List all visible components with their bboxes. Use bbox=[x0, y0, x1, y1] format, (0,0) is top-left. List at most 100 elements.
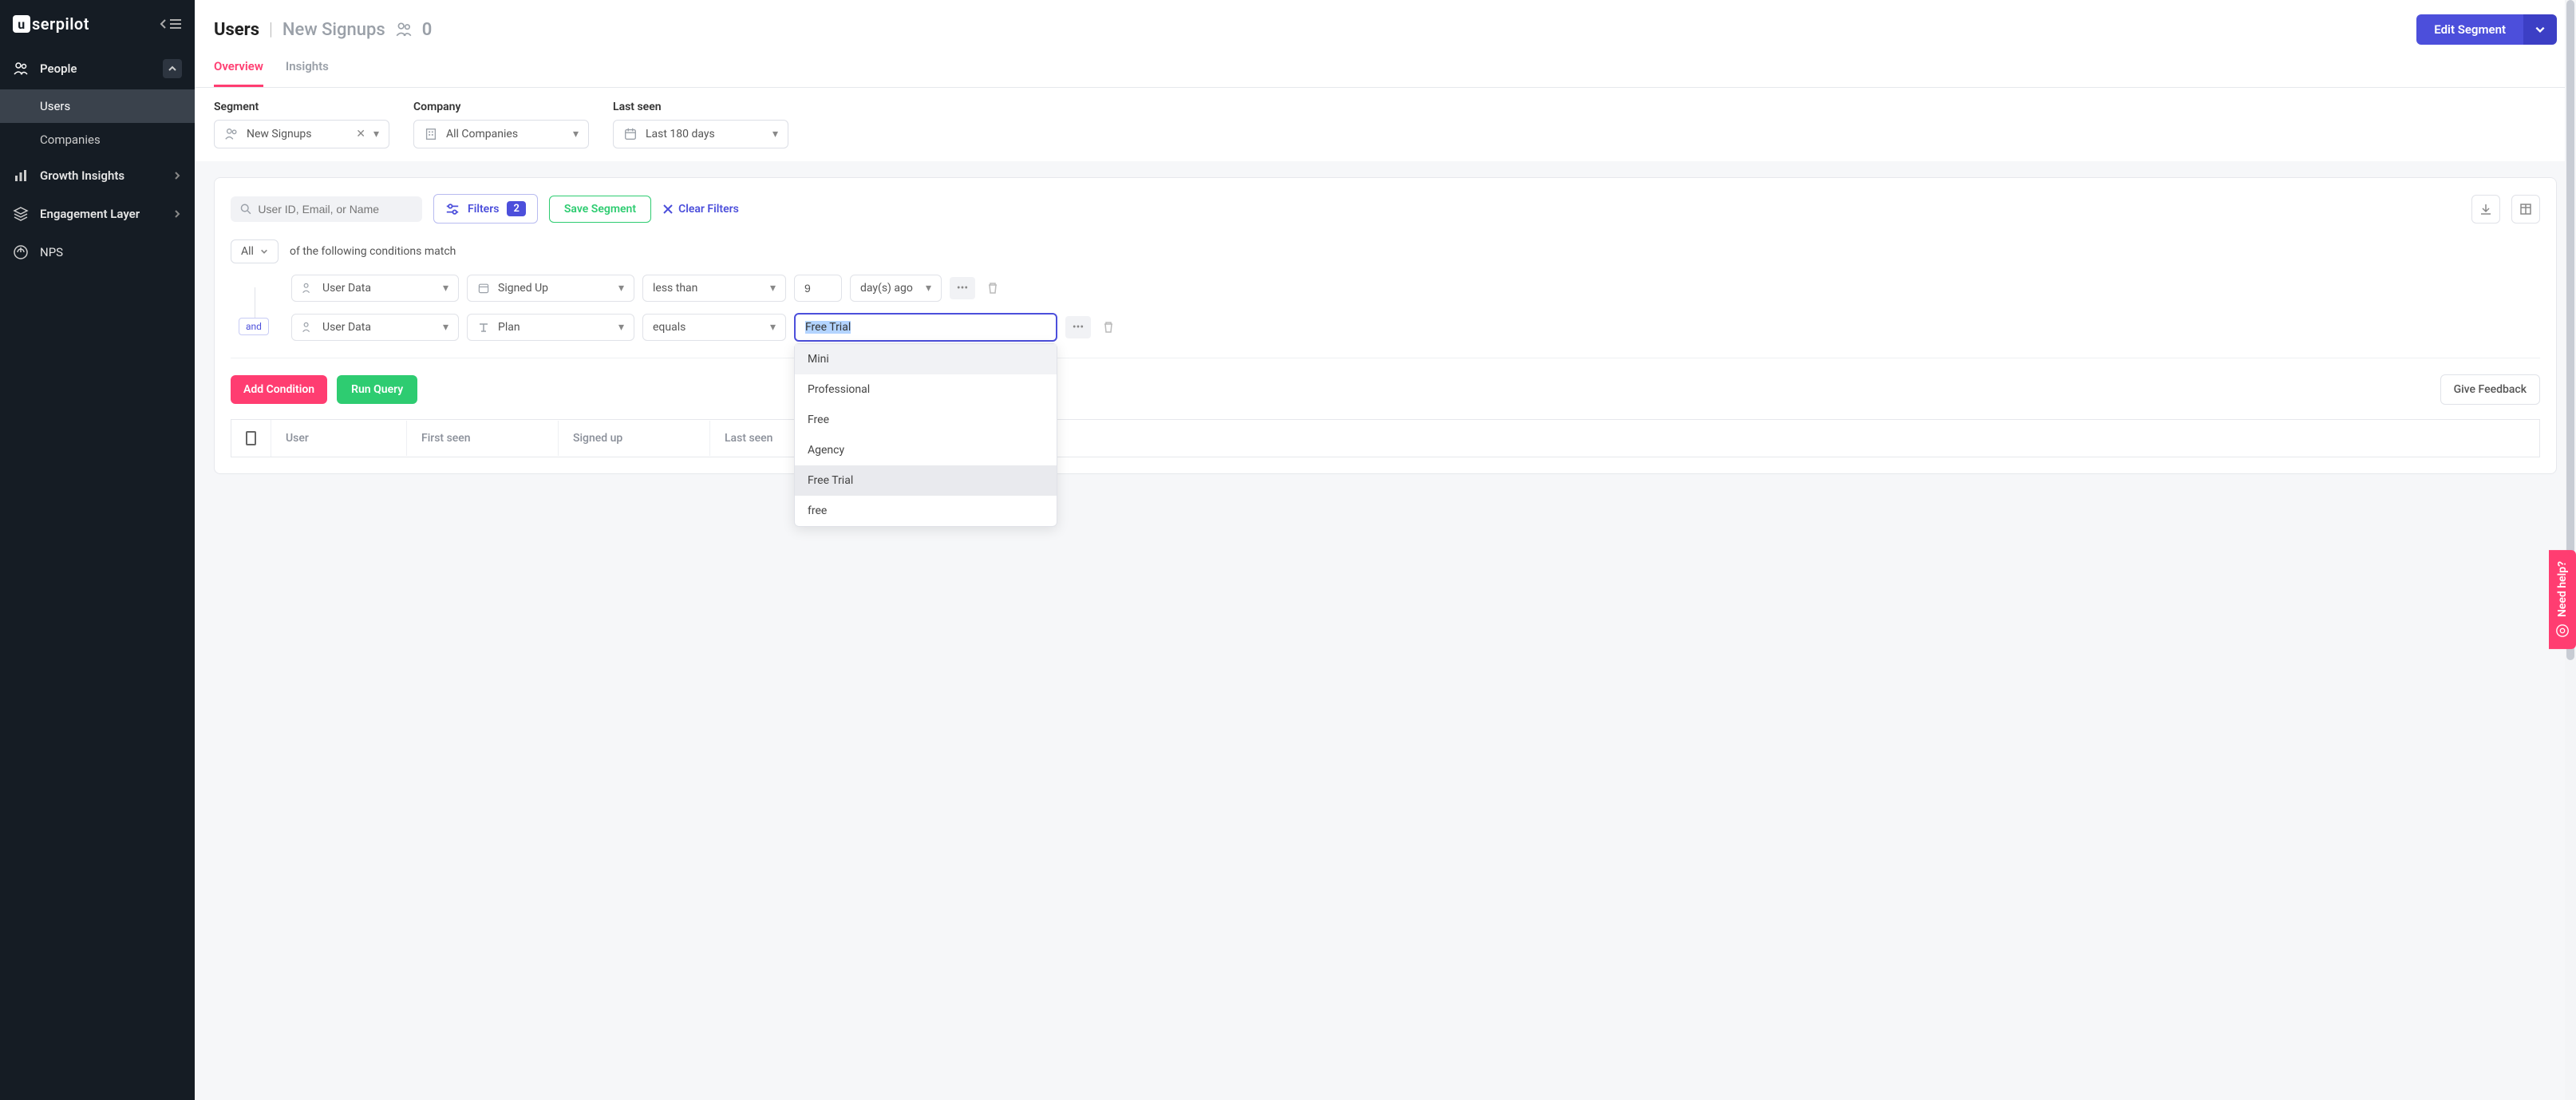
edit-segment-label: Edit Segment bbox=[2416, 14, 2523, 45]
dropdown-option-agency[interactable]: Agency bbox=[795, 435, 1057, 465]
conditions: All of the following conditions match bbox=[231, 239, 2540, 405]
col-first-seen[interactable]: First seen bbox=[407, 421, 559, 456]
logo: userpilot bbox=[13, 14, 89, 34]
caret-down-icon: ▾ bbox=[443, 282, 448, 295]
dropdown-option-free-trial[interactable]: Free Trial bbox=[795, 465, 1057, 496]
brand-text: serpilot bbox=[32, 14, 89, 34]
cond1-value-input[interactable] bbox=[794, 275, 842, 302]
cond2-op-value: equals bbox=[653, 321, 685, 334]
nav-users[interactable]: Users bbox=[0, 89, 195, 123]
cond1-source-select[interactable]: User Data ▾ bbox=[291, 275, 459, 302]
content-area: Filters 2 Save Segment Clear Filters bbox=[195, 161, 2576, 1100]
people-icon bbox=[302, 282, 314, 295]
chevron-down-icon bbox=[2535, 24, 2546, 35]
company-select[interactable]: All Companies ▾ bbox=[413, 120, 589, 148]
cond2-field-value: Plan bbox=[498, 321, 520, 334]
chevron-right-icon bbox=[172, 171, 182, 180]
people-icon bbox=[224, 127, 239, 141]
lastseen-select[interactable]: Last 180 days ▾ bbox=[613, 120, 788, 148]
cond1-op-select[interactable]: less than ▾ bbox=[642, 275, 786, 302]
page-header: Users | New Signups 0 Edit Segment bbox=[195, 0, 2576, 45]
cond2-source-select[interactable]: User Data ▾ bbox=[291, 314, 459, 341]
cond1-unit-value: day(s) ago bbox=[860, 282, 913, 295]
menu-icon bbox=[169, 18, 182, 30]
match-text: of the following conditions match bbox=[290, 245, 456, 258]
edit-segment-dropdown[interactable] bbox=[2523, 14, 2557, 45]
cond1-source-value: User Data bbox=[322, 282, 371, 295]
condition-row-1: User Data ▾ Signed Up ▾ bbox=[231, 275, 2540, 302]
user-count: 0 bbox=[422, 20, 433, 40]
connector-and[interactable]: and bbox=[239, 318, 269, 335]
sidebar-collapse-button[interactable] bbox=[160, 18, 182, 30]
cond1-unit-select[interactable]: day(s) ago ▾ bbox=[850, 275, 942, 302]
cond1-more-button[interactable]: ••• bbox=[950, 277, 975, 299]
condition-row-2: and User Data ▾ bbox=[231, 313, 2540, 342]
need-help-tab[interactable]: Need help? bbox=[2549, 550, 2576, 649]
query-toolbar: Filters 2 Save Segment Clear Filters bbox=[231, 194, 2540, 224]
cond2-field-select[interactable]: Plan ▾ bbox=[467, 314, 634, 341]
search-icon bbox=[240, 203, 251, 216]
nav-nps[interactable]: NPS bbox=[0, 233, 195, 271]
main-content: Users | New Signups 0 Edit Segment Overv… bbox=[195, 0, 2576, 1100]
nav-engagement-label: Engagement Layer bbox=[40, 207, 140, 221]
caret-down-icon: ▾ bbox=[573, 128, 579, 140]
segment-select[interactable]: New Signups ✕ ▾ bbox=[214, 120, 389, 148]
dropdown-option-free-lower[interactable]: free bbox=[795, 496, 1057, 526]
edit-segment-button[interactable]: Edit Segment bbox=[2416, 14, 2557, 45]
need-help-label: Need help? bbox=[2556, 561, 2569, 617]
cond1-delete-button[interactable] bbox=[983, 282, 1002, 295]
nav-growth-insights[interactable]: Growth Insights bbox=[0, 156, 195, 195]
nav-people-chevron[interactable] bbox=[163, 59, 182, 78]
cond1-op-value: less than bbox=[653, 282, 697, 295]
logo-icon: u bbox=[13, 15, 30, 33]
dropdown-option-free[interactable]: Free bbox=[795, 405, 1057, 435]
cond1-field-select[interactable]: Signed Up ▾ bbox=[467, 275, 634, 302]
filters-count-badge: 2 bbox=[507, 201, 525, 216]
segment-filter-label: Segment bbox=[214, 101, 389, 113]
search-input-wrapper[interactable] bbox=[231, 196, 422, 222]
give-feedback-button[interactable]: Give Feedback bbox=[2440, 374, 2540, 405]
query-card: Filters 2 Save Segment Clear Filters bbox=[214, 177, 2557, 474]
col-signed-up[interactable]: Signed up bbox=[559, 421, 710, 456]
match-mode-select[interactable]: All bbox=[231, 239, 279, 263]
cond2-more-button[interactable]: ••• bbox=[1065, 316, 1091, 338]
select-all-checkbox[interactable] bbox=[231, 420, 271, 457]
nav-companies[interactable]: Companies bbox=[0, 123, 195, 156]
nav-growth-label: Growth Insights bbox=[40, 168, 124, 183]
company-filter-label: Company bbox=[413, 101, 589, 113]
caret-down-icon: ▾ bbox=[618, 321, 624, 334]
dropdown-option-mini[interactable]: Mini bbox=[795, 344, 1057, 374]
add-condition-button[interactable]: Add Condition bbox=[231, 375, 327, 404]
page-title: Users | New Signups 0 bbox=[214, 20, 432, 40]
cond2-delete-button[interactable] bbox=[1099, 321, 1118, 334]
nav-people[interactable]: People bbox=[0, 48, 195, 89]
match-mode-value: All bbox=[241, 245, 254, 258]
nav-engagement-layer[interactable]: Engagement Layer bbox=[0, 195, 195, 233]
run-query-button[interactable]: Run Query bbox=[337, 375, 417, 404]
dropdown-option-professional[interactable]: Professional bbox=[795, 374, 1057, 405]
trash-icon bbox=[1102, 321, 1115, 334]
trash-icon bbox=[986, 282, 999, 295]
segment-clear[interactable]: ✕ bbox=[356, 128, 365, 140]
caret-down-icon: ▾ bbox=[618, 282, 624, 295]
cond2-value-input[interactable]: Free Trial bbox=[794, 313, 1057, 342]
search-input[interactable] bbox=[258, 203, 413, 216]
tab-insights[interactable]: Insights bbox=[286, 59, 329, 87]
people-icon bbox=[395, 21, 413, 38]
tab-overview[interactable]: Overview bbox=[214, 59, 263, 87]
clear-filters-label: Clear Filters bbox=[678, 203, 739, 216]
cond2-op-select[interactable]: equals ▾ bbox=[642, 314, 786, 341]
title-segment: New Signups bbox=[282, 20, 385, 40]
download-button[interactable] bbox=[2471, 195, 2500, 224]
cond2-source-value: User Data bbox=[322, 321, 371, 334]
company-value: All Companies bbox=[446, 128, 565, 140]
building-icon bbox=[424, 127, 438, 141]
filters-label: Filters bbox=[468, 203, 499, 216]
caret-down-icon: ▾ bbox=[772, 128, 778, 140]
col-user[interactable]: User bbox=[271, 421, 407, 456]
clear-filters-button[interactable]: Clear Filters bbox=[662, 203, 739, 216]
filters-button[interactable]: Filters 2 bbox=[433, 194, 538, 224]
save-segment-button[interactable]: Save Segment bbox=[549, 196, 651, 223]
columns-button[interactable] bbox=[2511, 195, 2540, 224]
calendar-icon bbox=[477, 282, 490, 295]
